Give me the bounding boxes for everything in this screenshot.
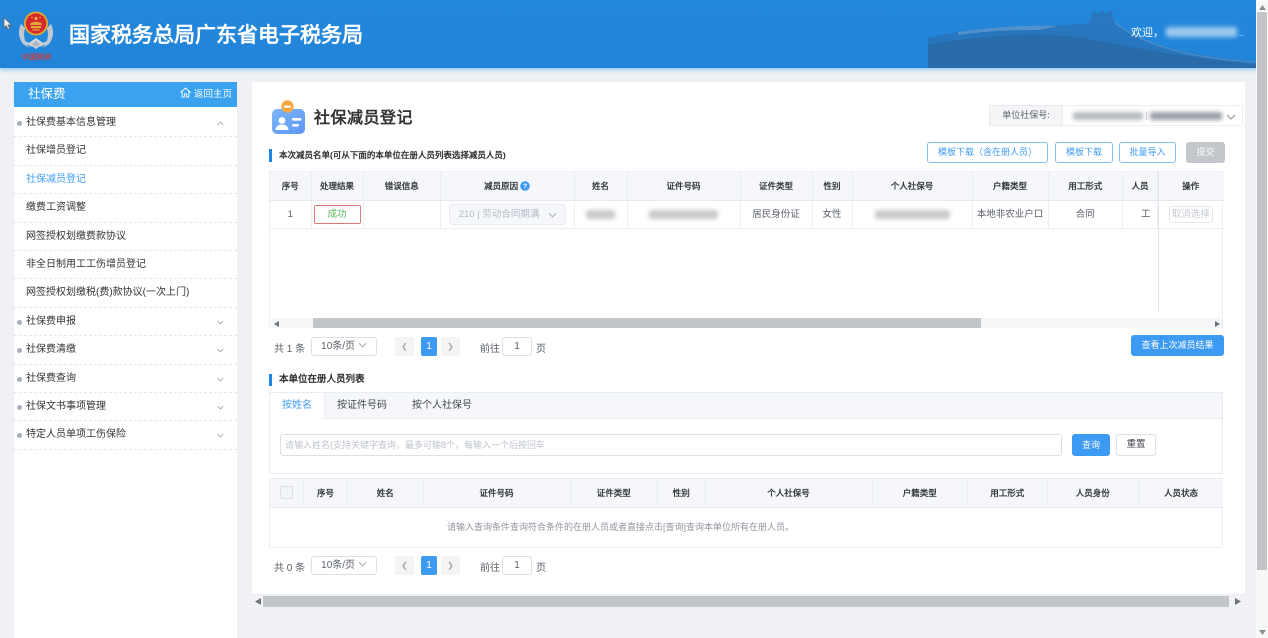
svg-text:?: ? bbox=[523, 183, 527, 190]
svg-text:中国税务: 中国税务 bbox=[21, 53, 52, 62]
